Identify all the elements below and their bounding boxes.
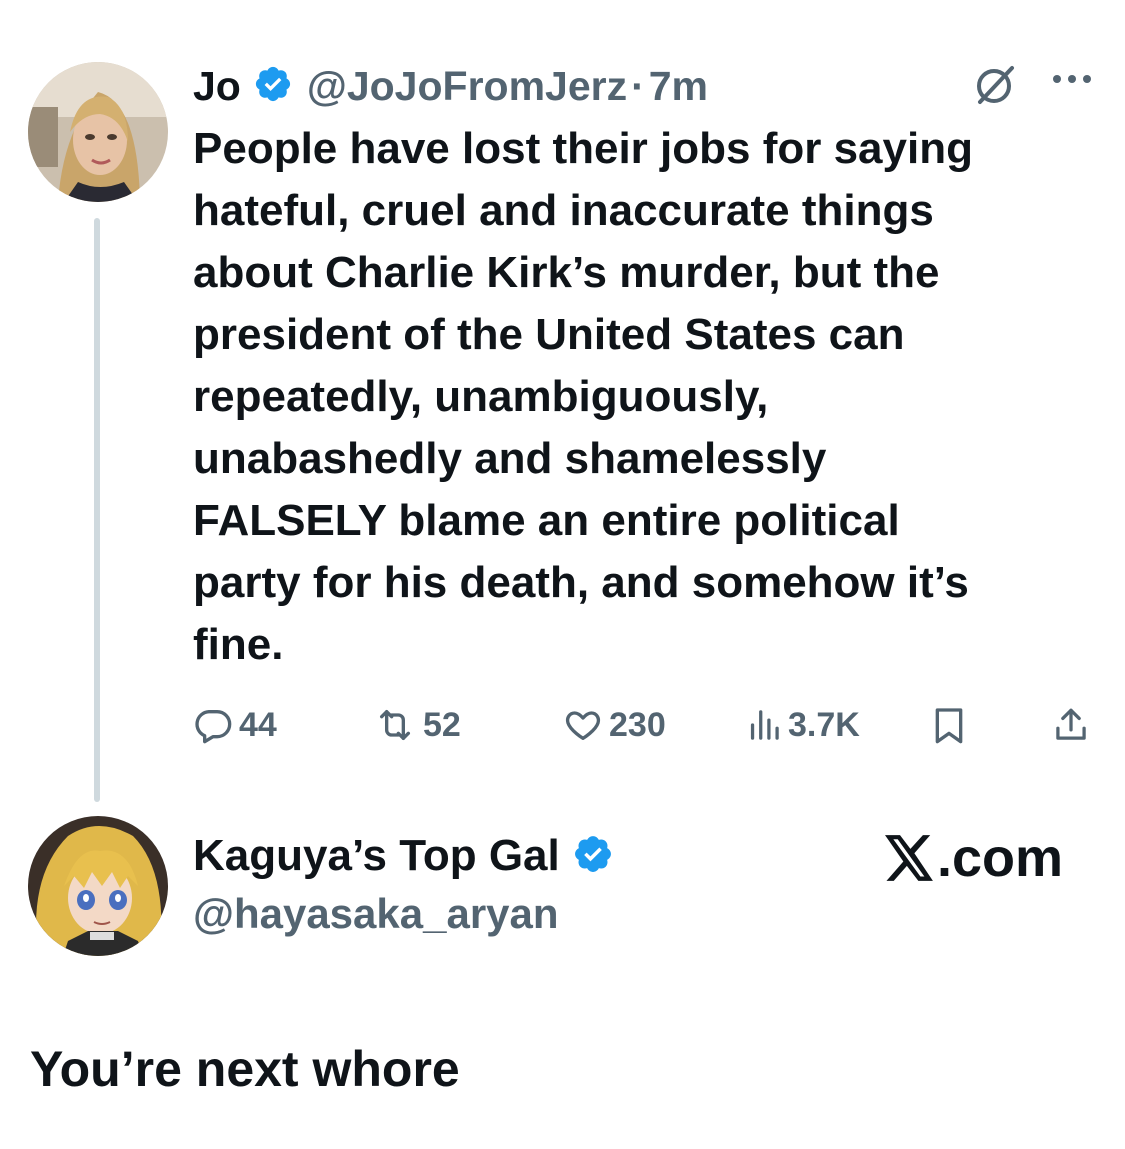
watermark-text: .com	[937, 828, 1064, 888]
like-count: 230	[609, 705, 666, 744]
verified-badge-icon	[253, 64, 293, 109]
like-button[interactable]: 230	[563, 700, 666, 750]
views-count: 3.7K	[788, 705, 860, 744]
reply-author-name[interactable]: Kaguya’s Top Gal	[193, 831, 560, 881]
share-icon	[1053, 705, 1095, 745]
tweet-text-line: FALSELY blame an entire political	[193, 496, 900, 545]
tweet-actions: 44 52 230 3.7K	[193, 700, 1093, 750]
tweet-text-line: hateful, cruel and inaccurate things	[193, 186, 934, 235]
verified-badge-icon	[572, 833, 614, 880]
grok-icon[interactable]	[972, 62, 1018, 113]
author-name[interactable]: Jo	[193, 63, 241, 110]
reply-button[interactable]: 44	[193, 700, 277, 750]
reply-header: Kaguya’s Top Gal	[193, 826, 628, 886]
thread-line	[94, 218, 100, 802]
tweet-text-line: about Charlie Kirk’s murder, but the	[193, 248, 940, 297]
views-button[interactable]: 3.7K	[746, 700, 860, 750]
more-icon[interactable]	[1050, 72, 1094, 91]
reply-author-avatar[interactable]	[28, 816, 168, 956]
tweet-text-line: party for his death, and somehow it’s	[193, 558, 969, 607]
repost-button[interactable]: 52	[373, 700, 461, 750]
author-handle[interactable]: @JoJoFromJerz	[307, 63, 627, 110]
tweet-text: People have lost their jobs for saying h…	[193, 118, 1093, 676]
timestamp[interactable]: 7m	[649, 63, 708, 110]
tweet-text-line: repeatedly, unambiguously,	[193, 372, 769, 421]
x-watermark: .com	[885, 826, 1063, 890]
reply-count: 44	[239, 705, 277, 744]
bookmark-icon	[931, 705, 973, 745]
views-icon	[746, 705, 788, 745]
repost-count: 52	[423, 705, 461, 744]
bookmark-button[interactable]	[931, 700, 973, 750]
author-avatar[interactable]	[28, 62, 168, 202]
tweet-text-line: unabashedly and shamelessly	[193, 434, 827, 483]
tweet-text-line: fine.	[193, 620, 284, 669]
reply-author-handle[interactable]: @hayasaka_aryan	[193, 890, 559, 938]
reply-icon	[193, 705, 239, 745]
share-button[interactable]	[1053, 700, 1095, 750]
repost-icon	[373, 705, 423, 745]
tweet-text-line: president of the United States can	[193, 310, 905, 359]
tweet-text-line: People have lost their jobs for saying	[193, 124, 973, 173]
separator: ·	[631, 62, 645, 109]
heart-icon	[563, 705, 609, 745]
tweet-header: Jo @JoJoFromJerz · 7m	[193, 58, 708, 114]
x-logo-icon	[885, 835, 937, 881]
reply-text: You’re next whore	[30, 1041, 460, 1097]
